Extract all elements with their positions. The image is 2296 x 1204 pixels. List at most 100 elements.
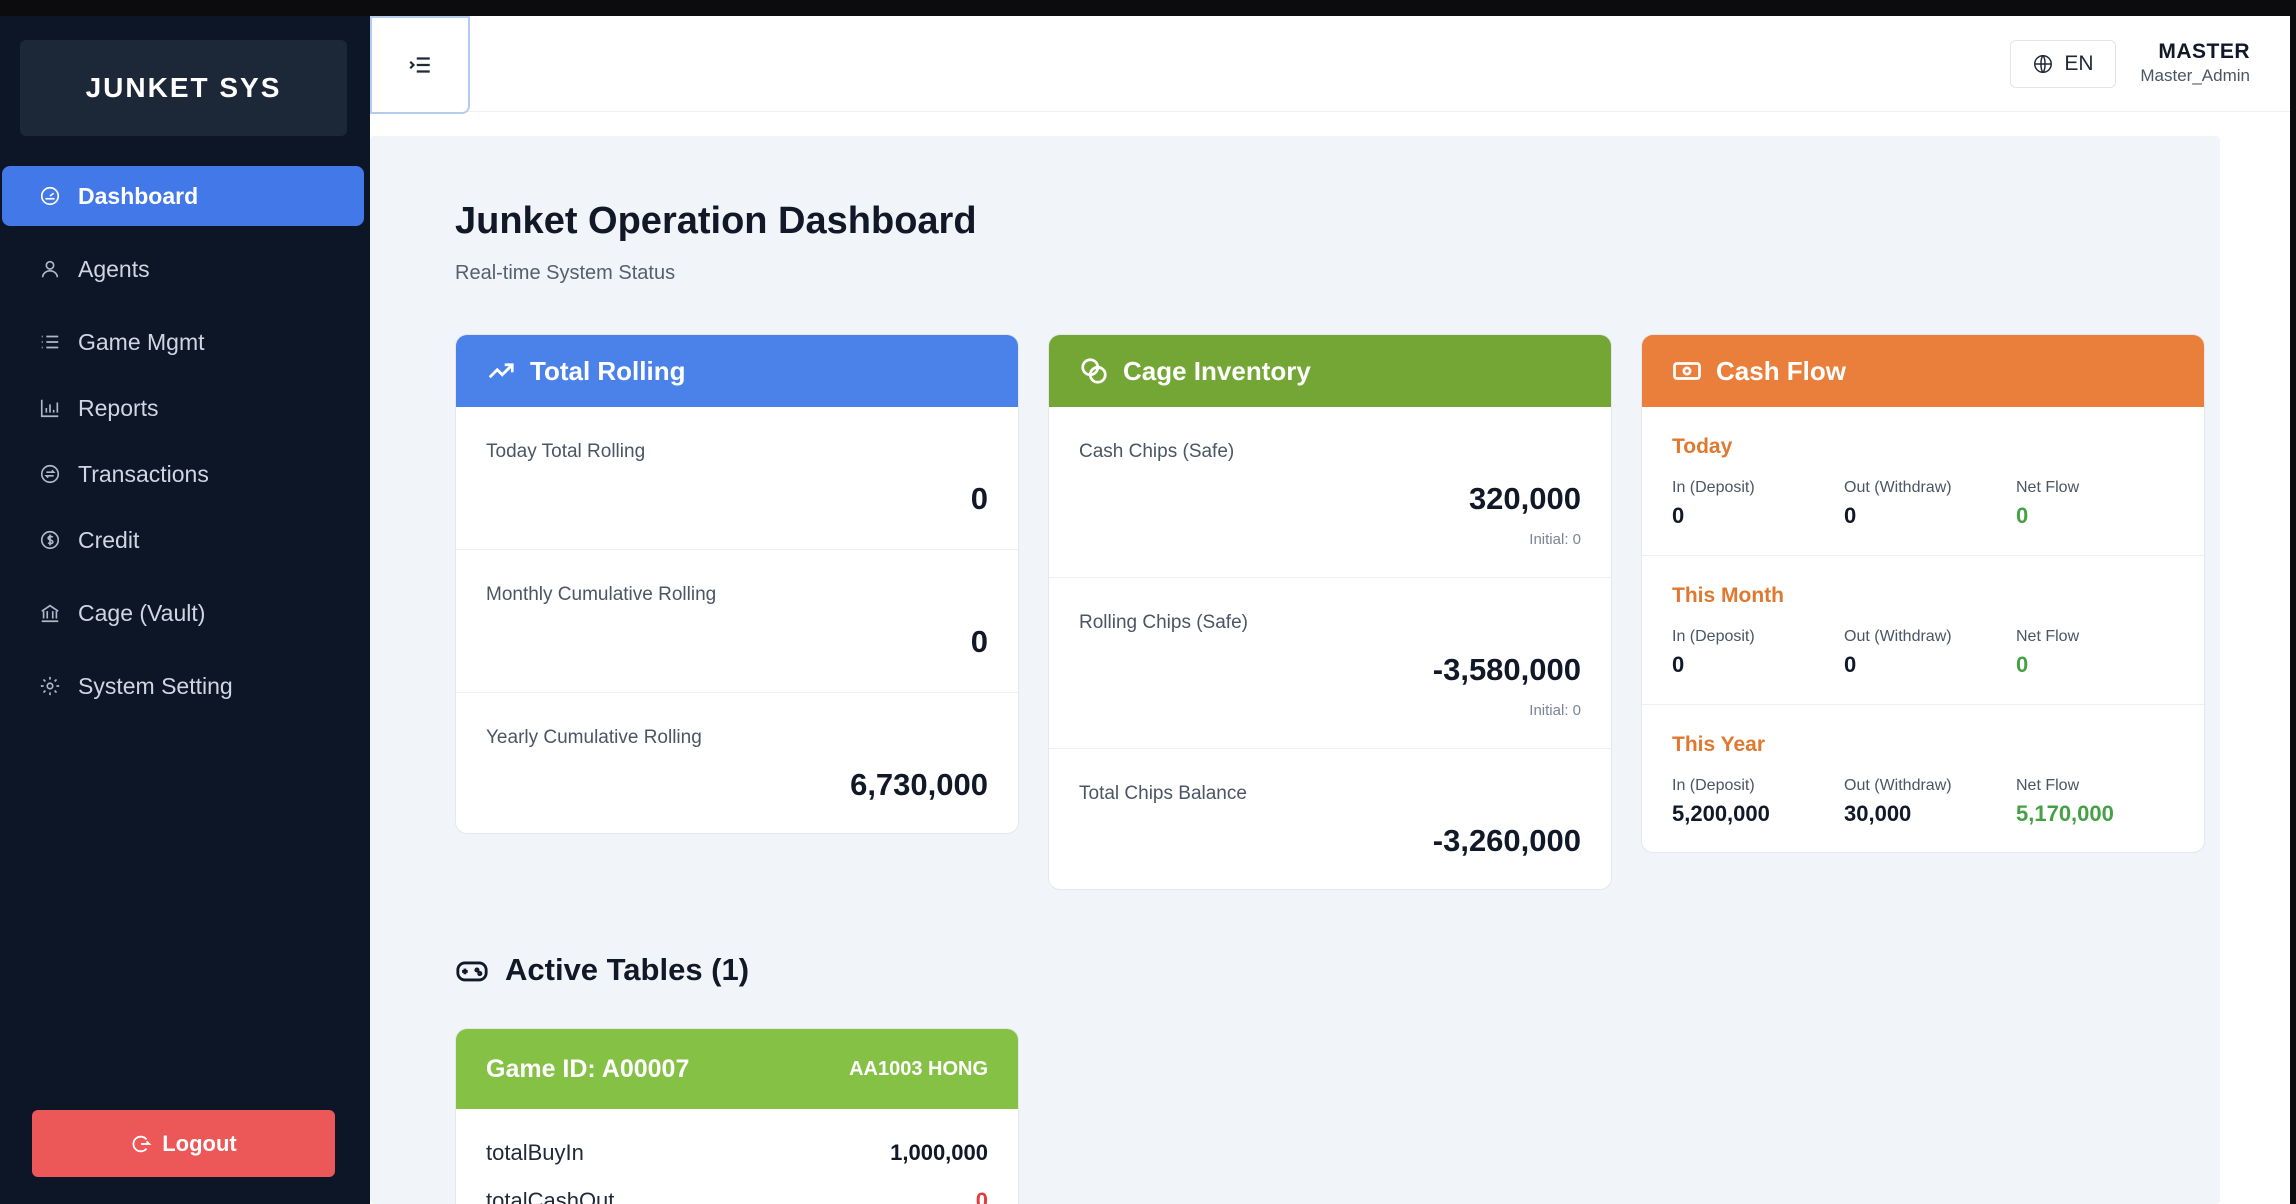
logout-label: Logout (162, 1130, 237, 1156)
sidebar-item-game-mgmt[interactable]: Game Mgmt (2, 312, 364, 372)
net-column: Net Flow 0 (2016, 479, 2079, 529)
bar-chart-icon (38, 396, 62, 420)
trending-up-icon (488, 363, 514, 379)
out-label: Out (Withdraw) (1844, 628, 1952, 645)
globe-icon (2034, 55, 2053, 73)
sidebar-item-label: System Setting (78, 672, 233, 699)
net-value: 0 (2016, 652, 2029, 677)
net-column: Net Flow 5,170,000 (2016, 777, 2114, 827)
in-column: In (Deposit) 5,200,000 (1672, 777, 1770, 827)
period-title: This Year (1672, 733, 1766, 756)
cash-chips-row: Cash Chips (Safe) 320,000 Initial: 0 (1049, 407, 1611, 578)
in-column: In (Deposit) 0 (1672, 479, 1755, 529)
out-label: Out (Withdraw) (1844, 777, 1952, 794)
sidebar-item-label: Cage (Vault) (78, 599, 206, 626)
net-label: Net Flow (2016, 777, 2080, 794)
active-tables-heading: Active Tables (1) (455, 952, 749, 988)
game-table-card[interactable]: Game ID: A00007 AA1003 HONG totalBuyIn 1… (455, 1028, 1019, 1204)
sidebar-item-system-setting[interactable]: System Setting (2, 656, 364, 716)
user-profile[interactable]: MASTER Master_Admin (2140, 40, 2250, 86)
cashflow-this-year: This Year In (Deposit) 5,200,000 Out (Wi… (1642, 705, 2204, 851)
banknote-icon (1673, 362, 1701, 380)
coins-icon (1081, 358, 1107, 384)
table-row: totalCashOut 0 (456, 1177, 1018, 1204)
today-rolling-row: Today Total Rolling 0 (456, 407, 1018, 550)
net-value: 5,170,000 (2016, 801, 2114, 826)
out-label: Out (Withdraw) (1844, 479, 1952, 496)
card-title: Cage Inventory (1123, 355, 1311, 386)
out-column: Out (Withdraw) 0 (1844, 479, 1952, 529)
stat-label: Yearly Cumulative Rolling (486, 727, 702, 748)
stat-label: Rolling Chips (Safe) (1079, 612, 1248, 633)
sidebar-item-reports[interactable]: Reports (2, 378, 364, 438)
user-icon (38, 257, 62, 281)
sidebar: JUNKET SYS Dashboard Agents Game Mgmt Re… (0, 16, 370, 1204)
net-label: Net Flow (2016, 628, 2080, 645)
in-column: In (Deposit) 0 (1672, 628, 1755, 678)
stat-value: 0 (970, 624, 988, 659)
logout-button[interactable]: Logout (32, 1110, 335, 1177)
cage-inventory-header: Cage Inventory (1049, 335, 1611, 407)
sidebar-item-label: Transactions (78, 460, 209, 487)
stat-value: 6,730,000 (850, 767, 988, 802)
menu-collapse-icon (409, 57, 430, 73)
net-label: Net Flow (2016, 479, 2080, 496)
page-subtitle: Real-time System Status (455, 262, 676, 284)
list-icon (38, 330, 62, 354)
gear-icon (38, 674, 62, 698)
stat-value: -3,580,000 (1432, 652, 1581, 687)
user-name: MASTER (2158, 40, 2250, 63)
stat-value: 320,000 (1468, 481, 1581, 516)
menu-toggle-button[interactable] (370, 16, 470, 114)
user-role: Master_Admin (2140, 66, 2250, 85)
total-rolling-card: Total Rolling Today Total Rolling 0 Mont… (455, 334, 1019, 834)
initial-value: Initial: 0 (1529, 531, 1581, 548)
page-title: Junket Operation Dashboard (455, 200, 977, 242)
sidebar-item-label: Reports (78, 394, 159, 421)
period-title: Today (1672, 435, 1733, 458)
gauge-icon (38, 184, 62, 208)
cash-flow-header: Cash Flow (1642, 335, 2204, 407)
row-label: totalCashOut (486, 1188, 615, 1204)
yearly-rolling-row: Yearly Cumulative Rolling 6,730,000 (456, 693, 1018, 833)
top-header: EN MASTER Master_Admin (370, 16, 2290, 114)
exchange-icon (38, 462, 62, 486)
language-label: EN (2064, 52, 2094, 75)
row-label: totalBuyIn (486, 1140, 584, 1165)
sidebar-item-cage[interactable]: Cage (Vault) (2, 583, 364, 643)
brand-logo: JUNKET SYS (20, 40, 347, 136)
stat-label: Total Chips Balance (1079, 783, 1247, 804)
card-title: Total Rolling (530, 355, 686, 386)
cash-flow-card: Cash Flow Today In (Deposit) 0 Out (With… (1641, 334, 2205, 853)
row-value: 1,000,000 (890, 1140, 988, 1165)
window-top-strip (0, 0, 2296, 16)
sidebar-item-label: Agents (78, 255, 150, 282)
game-owner: AA1003 HONG (849, 1057, 988, 1080)
in-label: In (Deposit) (1672, 777, 1755, 794)
sidebar-item-dashboard[interactable]: Dashboard (2, 166, 364, 226)
sidebar-item-credit[interactable]: Credit (2, 510, 364, 570)
rolling-chips-row: Rolling Chips (Safe) -3,580,000 Initial:… (1049, 578, 1611, 749)
out-column: Out (Withdraw) 30,000 (1844, 777, 1952, 827)
stat-label: Cash Chips (Safe) (1079, 441, 1235, 462)
total-rolling-header: Total Rolling (456, 335, 1018, 407)
stat-label: Monthly Cumulative Rolling (486, 584, 717, 605)
total-chips-row: Total Chips Balance -3,260,000 (1049, 749, 1611, 889)
stat-label: Today Total Rolling (486, 441, 646, 462)
sidebar-item-label: Dashboard (78, 182, 199, 209)
window-right-edge (2290, 16, 2296, 1204)
in-label: In (Deposit) (1672, 628, 1755, 645)
sidebar-item-transactions[interactable]: Transactions (2, 444, 364, 504)
period-title: This Month (1672, 584, 1784, 607)
monthly-rolling-row: Monthly Cumulative Rolling 0 (456, 550, 1018, 693)
logout-icon (132, 1135, 152, 1152)
gamepad-icon (456, 961, 488, 982)
sidebar-item-agents[interactable]: Agents (2, 239, 364, 299)
cage-inventory-card: Cage Inventory Cash Chips (Safe) 320,000… (1048, 334, 1612, 890)
net-value: 0 (2016, 503, 2029, 528)
cashflow-this-month: This Month In (Deposit) 0 Out (Withdraw)… (1642, 556, 2204, 705)
in-value: 0 (1672, 503, 1685, 528)
stat-value: -3,260,000 (1432, 823, 1581, 858)
in-value: 0 (1672, 652, 1685, 677)
language-button[interactable]: EN (2010, 40, 2116, 88)
